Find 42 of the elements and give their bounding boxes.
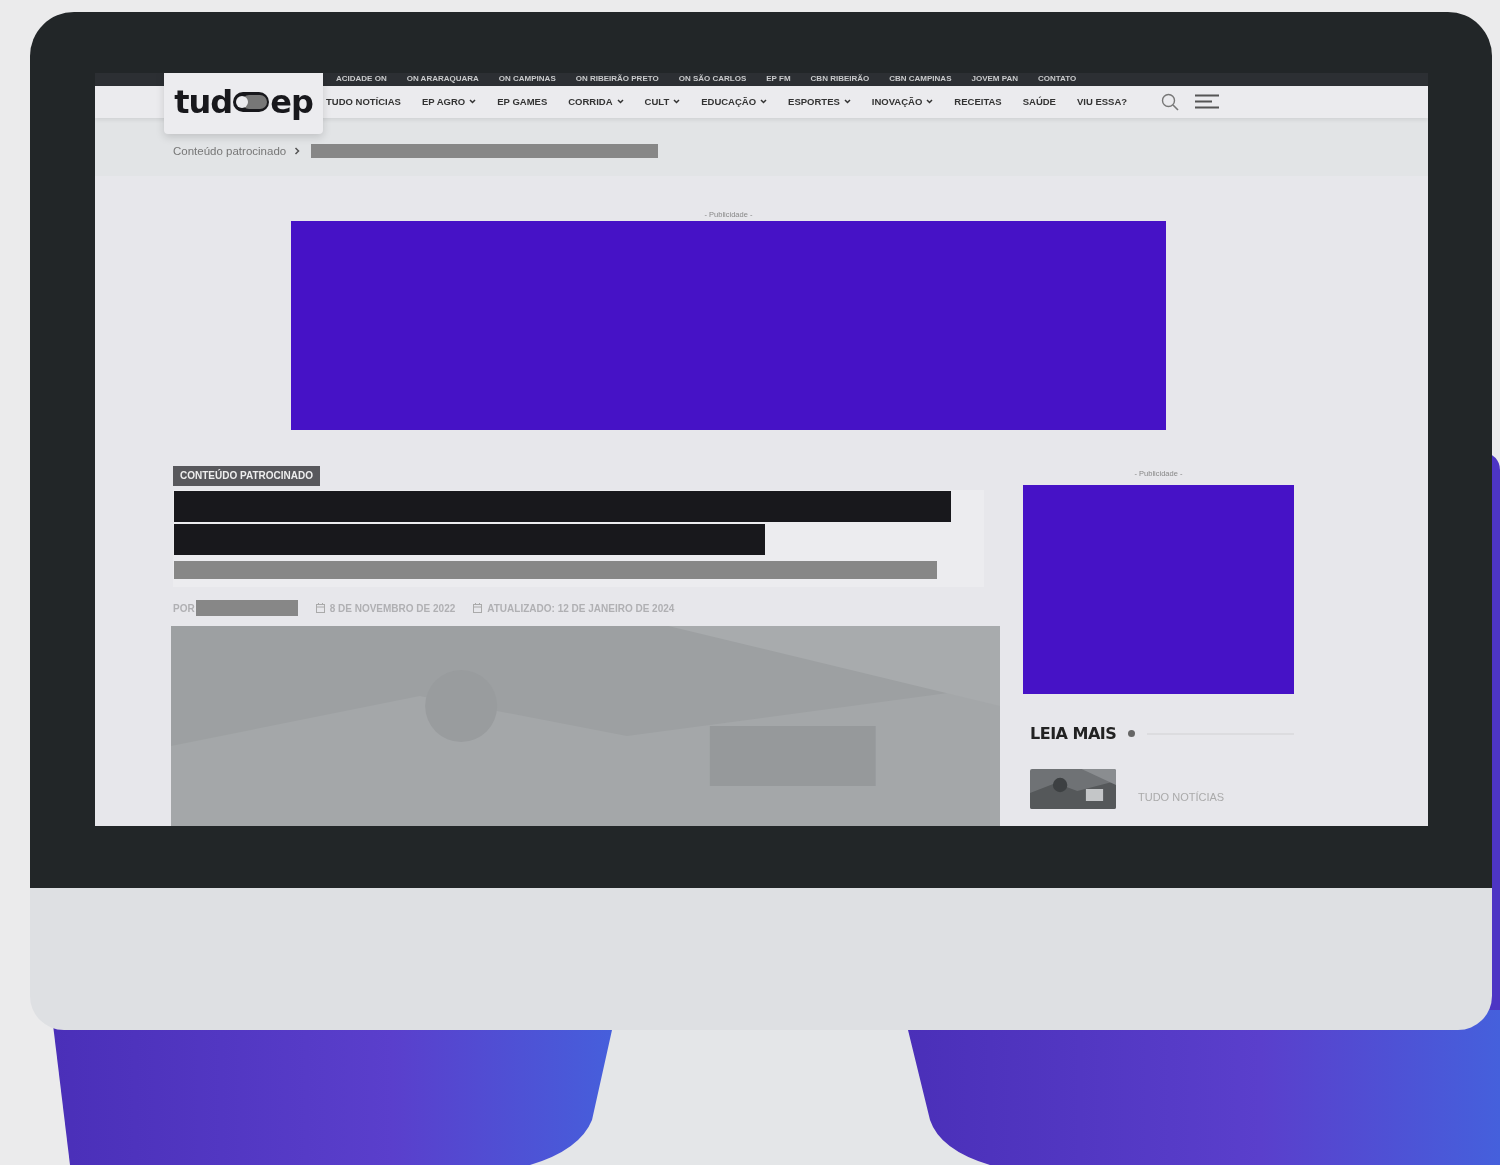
top-link[interactable]: CONTATO (1038, 74, 1077, 85)
nav-link[interactable]: EDUCAÇÃO (701, 96, 768, 108)
breadcrumb-link[interactable]: Conteúdo patrocinado (173, 143, 287, 158)
top-link[interactable]: EP FM (766, 74, 791, 85)
top-link[interactable]: CBN CAMPINAS (889, 74, 952, 85)
search-icon[interactable] (1161, 92, 1180, 111)
toggle-icon (233, 91, 270, 112)
updated-date: ATUALIZADO: 12 DE JANEIRO DE 2024 (487, 602, 675, 614)
chevron-down-icon (760, 99, 768, 105)
logo-text: ep (270, 85, 313, 118)
top-link[interactable]: ON ARARAQUARA (406, 74, 479, 85)
nav-link[interactable]: ESPORTES (788, 96, 851, 108)
nav-link[interactable]: SAÚDE (1022, 96, 1056, 108)
top-link[interactable]: CBN RIBEIRÃO (810, 74, 870, 85)
nav-link[interactable]: INOVAÇÃO (871, 96, 934, 108)
logo[interactable]: tud ep (164, 73, 323, 134)
nav-link[interactable]: CORRIDA (568, 96, 624, 108)
nav-link[interactable]: EP GAMES (497, 96, 548, 108)
nav-link[interactable]: TUDO NOTÍCIAS (326, 96, 401, 108)
top-link[interactable]: ON SÃO CARLOS (678, 74, 747, 85)
chevron-down-icon (926, 99, 934, 105)
top-link[interactable]: ON RIBEIRÃO PRETO (575, 74, 659, 85)
byline-label: POR (173, 602, 195, 614)
bullet-icon (1128, 730, 1136, 737)
calendar-icon (315, 603, 325, 613)
top-link[interactable]: ACIDADE ON (336, 74, 387, 85)
nav-link[interactable]: VIU ESSA? (1076, 96, 1128, 108)
publish-date: 8 DE NOVEMBRO DE 2022 (329, 602, 456, 614)
calendar-icon (473, 603, 483, 613)
top-link[interactable]: ON CAMPINAS (498, 74, 556, 85)
nav-link[interactable]: CULT (644, 96, 681, 108)
chevron-down-icon (673, 99, 681, 105)
nav-link[interactable]: RECEITAS (954, 96, 1002, 108)
chevron-down-icon (843, 99, 851, 105)
chevron-down-icon (469, 99, 477, 105)
chevron-down-icon (616, 99, 624, 105)
logo-text: tud (174, 85, 233, 118)
nav-link[interactable]: EP AGRO (421, 96, 477, 108)
top-link[interactable]: JOVEM PAN (971, 74, 1018, 85)
category-tag[interactable]: CONTEÚDO PATROCINADO (173, 466, 320, 486)
menu-icon[interactable] (1195, 94, 1220, 110)
section-title: LEIA MAIS (1030, 724, 1117, 743)
